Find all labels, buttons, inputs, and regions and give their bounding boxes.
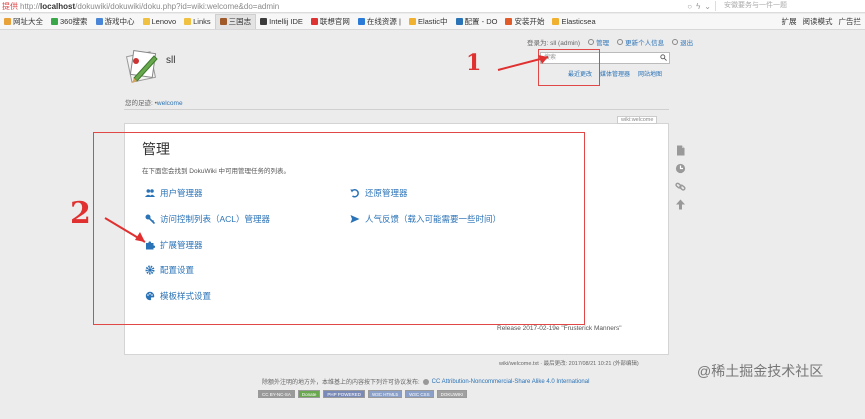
- bookmark-item[interactable]: 网址大全: [0, 14, 47, 29]
- annotation-box-2: [93, 132, 585, 325]
- address-prefix: 提供: [2, 1, 18, 11]
- bookmark-label: Lenovo: [151, 17, 177, 26]
- bookmark-favicon-icon: [408, 18, 416, 25]
- site-title[interactable]: sll: [166, 55, 175, 66]
- annotation-number-1: 1: [466, 50, 482, 76]
- browser-search-input[interactable]: 安徽要务与一件一题: [715, 1, 865, 11]
- user-label: 登录为: sll (admin): [527, 40, 581, 47]
- bookmark-favicon-icon: [95, 18, 103, 25]
- lightning-icon[interactable]: ϟ: [696, 2, 700, 11]
- circle-icon[interactable]: ○: [687, 2, 692, 11]
- bookmark-label: 联想官网: [319, 17, 350, 26]
- search-icon[interactable]: [660, 54, 667, 61]
- bookmark-item[interactable]: Intellij IDE: [256, 14, 307, 29]
- bookmarks-bar: 网址大全 360搜索 游戏中心 Lenovo Links 三国志 Intellij IDE 联…: [0, 14, 865, 30]
- footer-badge[interactable]: Donate: [297, 390, 321, 398]
- watermark: @稀土掘金技术社区: [697, 363, 824, 379]
- bookmark-favicon-icon: [310, 18, 318, 25]
- annotation-number-2: 2: [70, 196, 91, 231]
- bookmark-item[interactable]: Links: [180, 14, 215, 29]
- chevron-down-icon[interactable]: ⌄: [704, 2, 711, 11]
- release-info: Release 2017-02-19e "Frusterick Manners": [497, 325, 622, 332]
- bookmark-item[interactable]: Elasticsea: [548, 14, 599, 29]
- footer-badge[interactable]: W3C HTML5: [368, 390, 403, 398]
- badge-row: CC BY-NC-SA Donate PHP POWERED W3C HTML5 W3C…: [258, 390, 468, 398]
- bookmark-label: 在线资源 |: [366, 17, 401, 26]
- bookmark-label: Elasticsea: [561, 17, 596, 26]
- footer-badge[interactable]: W3C CSS: [405, 390, 434, 398]
- url-text[interactable]: http://localhost/dokuwiki/dokuwiki/doku.…: [20, 2, 687, 11]
- bookmark-favicon-icon: [184, 18, 192, 25]
- bookmark-favicon-icon: [219, 18, 227, 25]
- sitemap-link[interactable]: 网站地图: [638, 69, 662, 78]
- annotation-box-1: [538, 49, 600, 86]
- gear-icon: [588, 39, 595, 45]
- user-tools: 登录为: sll (admin) 管理 更新个人信息 退出: [527, 37, 693, 47]
- dokuwiki-logo-icon: [125, 50, 158, 83]
- bookmark-label: Elastic中: [417, 17, 448, 26]
- logout-icon: [672, 39, 679, 45]
- link-icon[interactable]: [675, 179, 686, 191]
- bookmark-favicon-icon: [142, 18, 150, 25]
- bookmark-item[interactable]: 在线资源 |: [354, 14, 405, 29]
- profile-link[interactable]: 更新个人信息: [617, 37, 664, 47]
- bookmark-favicon-icon: [505, 18, 513, 25]
- bookmarks-right-tools: 扩展 阅读模式 广告拦: [782, 16, 865, 27]
- toolbar-button[interactable]: 阅读模式: [803, 16, 833, 27]
- bookmark-label: 网址大全: [13, 17, 43, 26]
- license-line: 除额外注明的地方外，本维基上的内容按下列许可协议发布: CC Attributi…: [262, 378, 590, 386]
- bookmark-favicon-icon: [51, 18, 58, 25]
- bookmark-item[interactable]: 三国志: [214, 14, 257, 29]
- bookmark-favicon-icon: [455, 18, 463, 25]
- bookmark-item[interactable]: Lenovo: [139, 14, 181, 29]
- user-icon: [617, 39, 624, 45]
- toolbar-button[interactable]: 扩展: [782, 16, 797, 27]
- admin-link[interactable]: 管理: [588, 37, 609, 47]
- bookmark-item[interactable]: 联想官网: [307, 14, 354, 29]
- cc-icon: [422, 378, 429, 385]
- breadcrumb-welcome-link[interactable]: welcome: [157, 100, 183, 107]
- bookmark-label: Intellij IDE: [269, 17, 303, 26]
- media-manager-link[interactable]: 媒体管理器: [600, 69, 630, 78]
- logout-link[interactable]: 退出: [672, 37, 693, 47]
- footer-badge[interactable]: CC BY-NC-SA: [258, 390, 295, 398]
- bookmark-item[interactable]: Elastic中: [405, 14, 452, 29]
- bookmark-item[interactable]: 安装开始: [501, 14, 548, 29]
- bookmark-label: 三国志: [228, 17, 252, 26]
- breadcrumb: 您的足迹: •welcome: [125, 100, 183, 107]
- page-icon[interactable]: [675, 143, 686, 156]
- bookmark-favicon-icon: [4, 18, 11, 25]
- bookmark-favicon-icon: [552, 18, 560, 25]
- toolbar-button[interactable]: 广告拦: [839, 16, 862, 27]
- page-id-tag: wiki:welcome: [617, 116, 658, 124]
- footer-badge[interactable]: PHP POWERED: [323, 390, 366, 398]
- address-bar[interactable]: 提供 http://localhost/dokuwiki/dokuwiki/do…: [0, 0, 865, 13]
- bookmark-item[interactable]: 配置 - DO: [452, 14, 502, 29]
- footer-badge[interactable]: DOKUWIKI: [436, 390, 468, 398]
- bookmark-item[interactable]: 游戏中心: [92, 14, 139, 29]
- bookmark-item[interactable]: 360搜索: [47, 14, 92, 29]
- bookmark-label: 游戏中心: [104, 17, 135, 26]
- license-link[interactable]: CC Attribution-Noncommercial-Share Alike…: [432, 379, 590, 385]
- bookmark-favicon-icon: [357, 18, 365, 25]
- bookmark-label: 360搜索: [60, 17, 88, 26]
- divider: [124, 109, 669, 110]
- arrow-up-icon[interactable]: [675, 197, 686, 210]
- bookmark-favicon-icon: [260, 18, 268, 25]
- bookmark-label: Links: [193, 17, 211, 26]
- page-info: wiki/welcome.txt · 最后更改: 2017/08/21 10:2…: [499, 361, 639, 367]
- address-tools: ○ ϟ ⌄: [687, 2, 715, 11]
- bookmark-label: 配置 - DO: [464, 17, 498, 26]
- bookmark-label: 安装开始: [514, 17, 545, 26]
- clock-icon[interactable]: [675, 161, 686, 174]
- page-tools: [675, 143, 689, 215]
